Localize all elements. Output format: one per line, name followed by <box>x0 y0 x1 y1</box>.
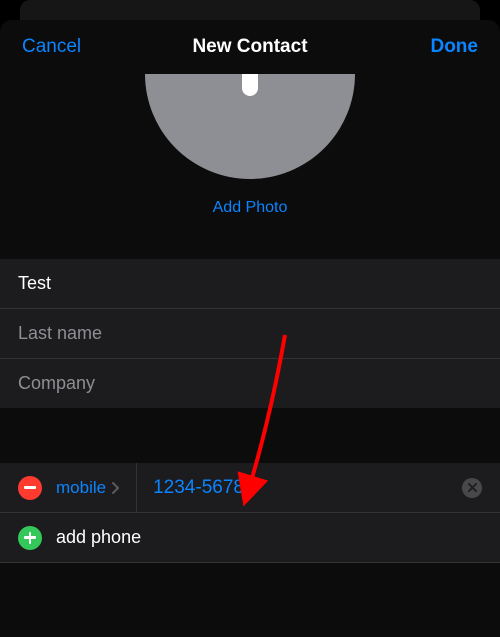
remove-phone-icon[interactable] <box>18 476 42 500</box>
first-name-field[interactable]: Test <box>0 259 500 309</box>
photo-section: Add Photo <box>0 74 500 247</box>
add-phone-icon <box>18 526 42 550</box>
company-placeholder: Company <box>18 373 95 393</box>
phone-type-selector[interactable]: mobile <box>56 463 137 513</box>
last-name-field[interactable]: Last name <box>0 309 500 359</box>
phone-number-input[interactable]: 1234-56789 <box>137 477 462 499</box>
cancel-button[interactable]: Cancel <box>22 36 102 58</box>
modal-title: New Contact <box>192 36 307 58</box>
modal-header: Cancel New Contact Done <box>0 20 500 74</box>
done-button[interactable]: Done <box>398 36 478 58</box>
new-contact-modal: Cancel New Contact Done Add Photo Test L… <box>0 20 500 637</box>
first-name-value: Test <box>18 273 51 293</box>
company-field[interactable]: Company <box>0 359 500 408</box>
add-phone-label: add phone <box>56 527 141 548</box>
name-fields-group: Test Last name Company <box>0 259 500 408</box>
add-phone-row[interactable]: add phone <box>0 513 500 563</box>
last-name-placeholder: Last name <box>18 323 102 343</box>
chevron-right-icon <box>112 482 120 494</box>
clear-phone-icon[interactable] <box>462 478 482 498</box>
avatar-placeholder-icon[interactable] <box>145 74 355 179</box>
add-photo-button[interactable]: Add Photo <box>213 199 288 217</box>
phone-entry-row: mobile 1234-56789 <box>0 463 500 513</box>
phone-type-label: mobile <box>56 478 106 498</box>
phone-fields-group: mobile 1234-56789 add phone <box>0 463 500 563</box>
